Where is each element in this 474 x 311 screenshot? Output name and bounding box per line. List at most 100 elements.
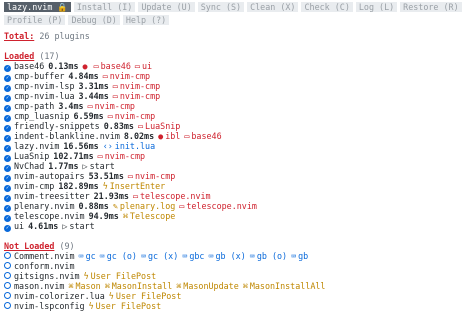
plugin-name: cmp-nvim-lua bbox=[14, 91, 75, 101]
reason-keys: gb bbox=[291, 251, 308, 261]
plugin-row[interactable]: ✓telescope.nvim94.9msTelescope bbox=[4, 211, 470, 222]
plugin-load-time: 6.59ms bbox=[73, 111, 104, 121]
plugin-row[interactable]: ✓nvim-autopairs53.51msnvim-cmp bbox=[4, 171, 470, 182]
plugin-row[interactable]: ✓friendly-snippets0.83msLuaSnip bbox=[4, 121, 470, 132]
reason-text: base46 bbox=[100, 61, 131, 71]
plugin-row[interactable]: ✓plenary.nvim0.88msplenary.logtelescope.… bbox=[4, 201, 470, 212]
plugin-icon bbox=[103, 71, 108, 81]
reason-text: nvim-cmp bbox=[94, 101, 135, 111]
bomb-icon bbox=[158, 131, 163, 141]
reason-text: MasonInstallAll bbox=[249, 281, 326, 291]
reason-keys: gc bbox=[79, 251, 96, 261]
reason-keys: gc (x) bbox=[141, 251, 178, 261]
reason-keys: gc (o) bbox=[100, 251, 137, 261]
plugin-load-time: 21.93ms bbox=[93, 191, 129, 201]
plugin-row[interactable]: ✓cmp-nvim-lsp3.31msnvim-cmp bbox=[4, 81, 470, 92]
toolbar-button[interactable]: Debug (D) bbox=[68, 15, 120, 25]
plugin-row[interactable]: ✓base460.13msbase46ui bbox=[4, 61, 470, 72]
plugin-load-time: 0.13ms bbox=[48, 61, 79, 71]
reason-plugin: nvim-cmp bbox=[98, 151, 145, 161]
loaded-count: (17) bbox=[39, 51, 60, 61]
plugin-row[interactable]: gitsigns.nvim User FilePost bbox=[4, 271, 470, 281]
plugin-row[interactable]: ✓cmp_luasnip6.59msnvim-cmp bbox=[4, 111, 470, 122]
toolbar-button[interactable]: Restore (R) bbox=[400, 2, 462, 12]
plugin-row[interactable]: ✓nvim-cmp182.89msInsertEnter bbox=[4, 181, 470, 192]
plugin-icon bbox=[135, 61, 140, 71]
not-loaded-circle-icon bbox=[4, 282, 11, 289]
plugin-load-time: 3.44ms bbox=[78, 91, 109, 101]
not-loaded-label: Not Loaded bbox=[4, 241, 55, 251]
plugin-load-time: 4.84ms bbox=[68, 71, 99, 81]
not-loaded-circle-icon bbox=[4, 272, 11, 279]
toolbar-button[interactable]: Log (L) bbox=[355, 2, 398, 12]
plugin-icon bbox=[128, 171, 133, 181]
cmd-icon bbox=[105, 281, 110, 291]
reason-text: start bbox=[89, 161, 115, 171]
plugin-row[interactable]: conform.nvim bbox=[4, 261, 470, 271]
reason-keys: gb (o) bbox=[250, 251, 287, 261]
reason-text: gbc bbox=[189, 251, 205, 261]
total-value: 26 plugins bbox=[39, 31, 90, 41]
reason-text: nvim-cmp bbox=[134, 171, 176, 181]
total-label: Total: bbox=[4, 31, 35, 41]
reason-plugin: base46 bbox=[94, 61, 131, 71]
reason-plugin: nvim-cmp bbox=[113, 81, 160, 91]
plugin-row[interactable]: Comment.nvim gc gc (o) gc (x) gbc gb (x) gb (o… bbox=[4, 251, 470, 261]
plugin-name: nvim-colorizer.lua bbox=[14, 291, 105, 301]
toolbar: lazy.nvim 🔒 Install (I) Update (U) Sync (S)… bbox=[4, 2, 464, 25]
start-icon bbox=[62, 221, 67, 231]
plugin-row[interactable]: ✓indent-blankline.nvim8.02msiblbase46 bbox=[4, 131, 470, 142]
plugin-row[interactable]: nvim-lspconfig User FilePost bbox=[4, 301, 470, 311]
toolbar-button[interactable]: Check (C) bbox=[301, 2, 353, 12]
reason-text: gc (x) bbox=[148, 251, 179, 261]
plugin-load-time: 3.31ms bbox=[78, 81, 109, 91]
reason-text: User FilePost bbox=[115, 291, 182, 301]
toolbar-button[interactable]: Update (U) bbox=[138, 2, 195, 12]
toolbar-button[interactable]: lazy.nvim 🔒 bbox=[4, 2, 71, 12]
plugin-icon bbox=[113, 81, 118, 91]
plugin-row[interactable]: ✓cmp-path3.4msnvim-cmp bbox=[4, 101, 470, 112]
plugin-icon bbox=[108, 111, 113, 121]
plugin-row[interactable]: ✓ui4.61ms start bbox=[4, 221, 470, 232]
cmd-icon bbox=[123, 211, 128, 221]
not-loaded-header: Not Loaded (9) bbox=[4, 241, 470, 251]
plugin-load-time: 8.02ms bbox=[123, 131, 155, 141]
plugin-name: nvim-treesitter bbox=[14, 191, 90, 201]
plugin-name: gitsigns.nvim bbox=[14, 271, 80, 281]
plugin-load-time: 0.83ms bbox=[103, 121, 134, 131]
reason-text: LuaSnip bbox=[145, 121, 181, 131]
plugin-load-time: 1.77ms bbox=[48, 161, 79, 171]
reason-plugin: nvim-cmp bbox=[128, 171, 175, 181]
loaded-header: Loaded (17) bbox=[4, 51, 470, 61]
reason-plugin: nvim-cmp bbox=[113, 91, 160, 101]
plugin-icon bbox=[133, 191, 138, 201]
toolbar-button[interactable]: Install (I) bbox=[73, 2, 136, 12]
toolbar-button[interactable]: Help (?) bbox=[122, 15, 170, 25]
reason-text: MasonInstall bbox=[111, 281, 173, 291]
plugin-row[interactable]: mason.nvim Mason MasonInstall MasonUpdate Ma… bbox=[4, 281, 470, 291]
plugin-row[interactable]: ✓NvChad1.77msstart bbox=[4, 161, 470, 172]
plugin-row[interactable]: ✓lazy.nvim16.56msinit.lua bbox=[4, 141, 470, 152]
log-icon bbox=[113, 201, 118, 211]
reason-text: plenary.log bbox=[119, 201, 176, 211]
keys-icon bbox=[100, 251, 105, 261]
reason-text: gc bbox=[85, 251, 96, 261]
plugin-row[interactable]: nvim-colorizer.lua User FilePost bbox=[4, 291, 470, 301]
reason-text: InsertEnter bbox=[109, 181, 166, 191]
toolbar-button[interactable]: Sync (S) bbox=[197, 2, 245, 12]
reason-text: Telescope bbox=[129, 211, 176, 221]
plugin-row[interactable]: ✓LuaSnip102.71msnvim-cmp bbox=[4, 151, 470, 162]
reason-ft: User FilePost bbox=[109, 291, 182, 301]
plugin-row[interactable]: ✓nvim-treesitter21.93mstelescope.nvim bbox=[4, 191, 470, 202]
plugin-row[interactable]: ✓cmp-nvim-lua3.44msnvim-cmp bbox=[4, 91, 470, 102]
plugin-name: cmp-nvim-lsp bbox=[14, 81, 75, 91]
reason-ft: User FilePost bbox=[89, 301, 162, 311]
reason-bomb: ibl bbox=[158, 131, 180, 141]
plugin-row[interactable]: ✓cmp-buffer4.84msnvim-cmp bbox=[4, 71, 470, 82]
cmd-icon bbox=[176, 281, 181, 291]
reason-text: telescope.nvim bbox=[186, 201, 257, 211]
toolbar-button[interactable]: Profile (P) bbox=[4, 15, 66, 25]
not-loaded-circle-icon bbox=[4, 302, 11, 309]
plugin-name: indent-blankline.nvim bbox=[14, 131, 120, 141]
toolbar-button[interactable]: Clean (X) bbox=[247, 2, 299, 12]
